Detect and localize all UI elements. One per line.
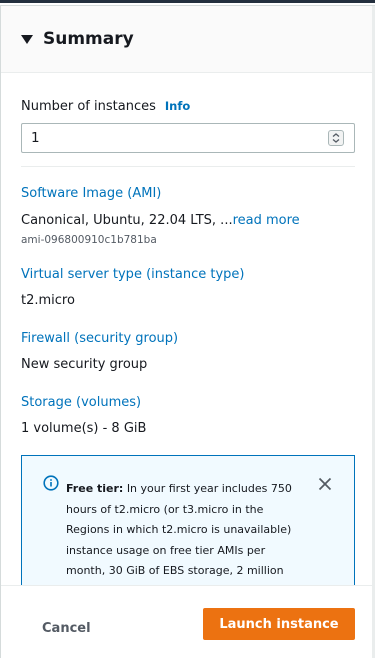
info-circle-icon <box>43 475 59 491</box>
instance-type-value: t2.micro <box>21 293 75 308</box>
info-link[interactable]: Info <box>165 99 190 113</box>
ami-label[interactable]: Software Image (AMI) <box>21 186 161 201</box>
storage-label[interactable]: Storage (volumes) <box>21 395 141 410</box>
instance-type-label[interactable]: Virtual server type (instance type) <box>21 267 244 282</box>
stepper-icon[interactable] <box>328 130 344 146</box>
top-nav-dark-strip <box>0 0 375 3</box>
divider <box>21 166 355 167</box>
summary-footer: Cancel Launch instance <box>1 585 373 658</box>
instances-label: Number of instances <box>21 99 156 114</box>
caret-down-icon[interactable] <box>21 35 33 44</box>
instances-label-row: Number of instances Info <box>21 99 190 114</box>
firewall-label[interactable]: Firewall (security group) <box>21 331 178 346</box>
instances-input[interactable] <box>22 124 312 152</box>
read-more-link[interactable]: read more <box>233 213 300 228</box>
ami-value: Canonical, Ubuntu, 22.04 LTS, ...read mo… <box>21 213 300 228</box>
cancel-button[interactable]: Cancel <box>42 621 91 636</box>
alert-text: Free tier: In your first year includes 7… <box>66 479 294 585</box>
summary-panel: Summary Number of instances Info Softwar… <box>0 6 373 658</box>
instances-input-wrapper <box>21 123 355 153</box>
storage-value: 1 volume(s) - 8 GiB <box>21 421 147 436</box>
ami-name: Canonical, Ubuntu, 22.04 LTS, ... <box>21 213 233 228</box>
summary-title: Summary <box>43 29 134 49</box>
launch-instance-button[interactable]: Launch instance <box>203 608 355 640</box>
firewall-value: New security group <box>21 357 148 372</box>
alert-title: Free tier: <box>66 482 124 495</box>
close-icon[interactable] <box>318 477 332 491</box>
free-tier-alert: Free tier: In your first year includes 7… <box>21 455 355 585</box>
ami-id: ami-096800910c1b781ba <box>21 234 157 246</box>
summary-header[interactable]: Summary <box>1 6 373 73</box>
summary-content: Number of instances Info Software Image … <box>1 73 373 585</box>
alert-body: In your first year includes 750 hours of… <box>66 482 292 585</box>
